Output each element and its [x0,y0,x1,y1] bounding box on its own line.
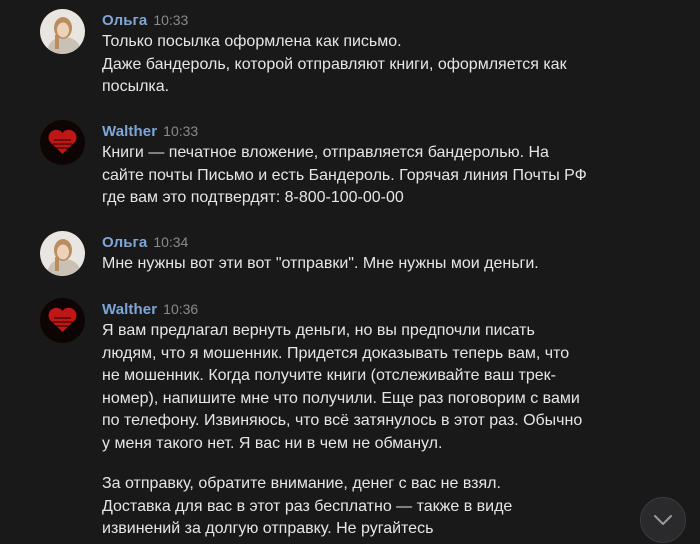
message-text-line: За отправку, обратите внимание, денег с … [102,475,501,492]
avatar[interactable] [40,9,85,54]
avatar[interactable] [40,120,85,165]
avatar[interactable] [40,298,85,343]
message-text-line: Доставка для вас в этот раз бесплатно — … [102,497,513,515]
avatar[interactable] [40,231,85,276]
author-name[interactable]: Walther [102,301,157,318]
message-text-line: не мошенник. Когда получите книги (отсле… [102,367,556,384]
message-time: 10:33 [153,12,189,28]
message-text-line: Я вам предлагал вернуть деньги, но вы пр… [102,322,535,339]
scroll-to-bottom-button[interactable] [640,497,686,543]
message-text-line: по телефону. Извиняюсь, что всё затянуло… [102,412,583,429]
message-text-line: Только посылка оформлена как письмо. [102,33,402,50]
message-text-line: Мне нужны вот эти вот "отправки". Мне ну… [102,255,539,272]
message-text-line: номер), напишите мне что получили. Еще р… [102,389,580,407]
author-name[interactable]: Walther [102,123,157,140]
message-time: 10:36 [163,301,199,317]
message-time: 10:34 [153,234,189,250]
message-text-line: людям, что я мошенник. Придется доказыва… [102,344,570,362]
message-text-line: где вам это подтвердят: 8-800-100-00-00 [102,189,404,206]
message-text-line: извинений за долгую отправку. Не ругайте… [102,520,434,537]
message-text-line: сайте почты Письмо и есть Бандероль. Гор… [102,166,587,184]
author-name[interactable]: Ольга [102,12,147,29]
message-text-line: посылка. [102,78,170,95]
message-time: 10:33 [163,123,199,139]
message-text-line: Даже бандероль, которой отправляют книги… [102,55,567,73]
chevron-down-icon [654,515,672,525]
chat-history: Ольга 10:33 Только посылка оформлена как … [0,0,700,544]
message-text-line: у меня такого нет. Я вас ни в чем не обм… [102,434,443,452]
author-name[interactable]: Ольга [102,234,147,251]
message-text-line: Книги — печатное вложение, отправляется … [102,144,549,161]
